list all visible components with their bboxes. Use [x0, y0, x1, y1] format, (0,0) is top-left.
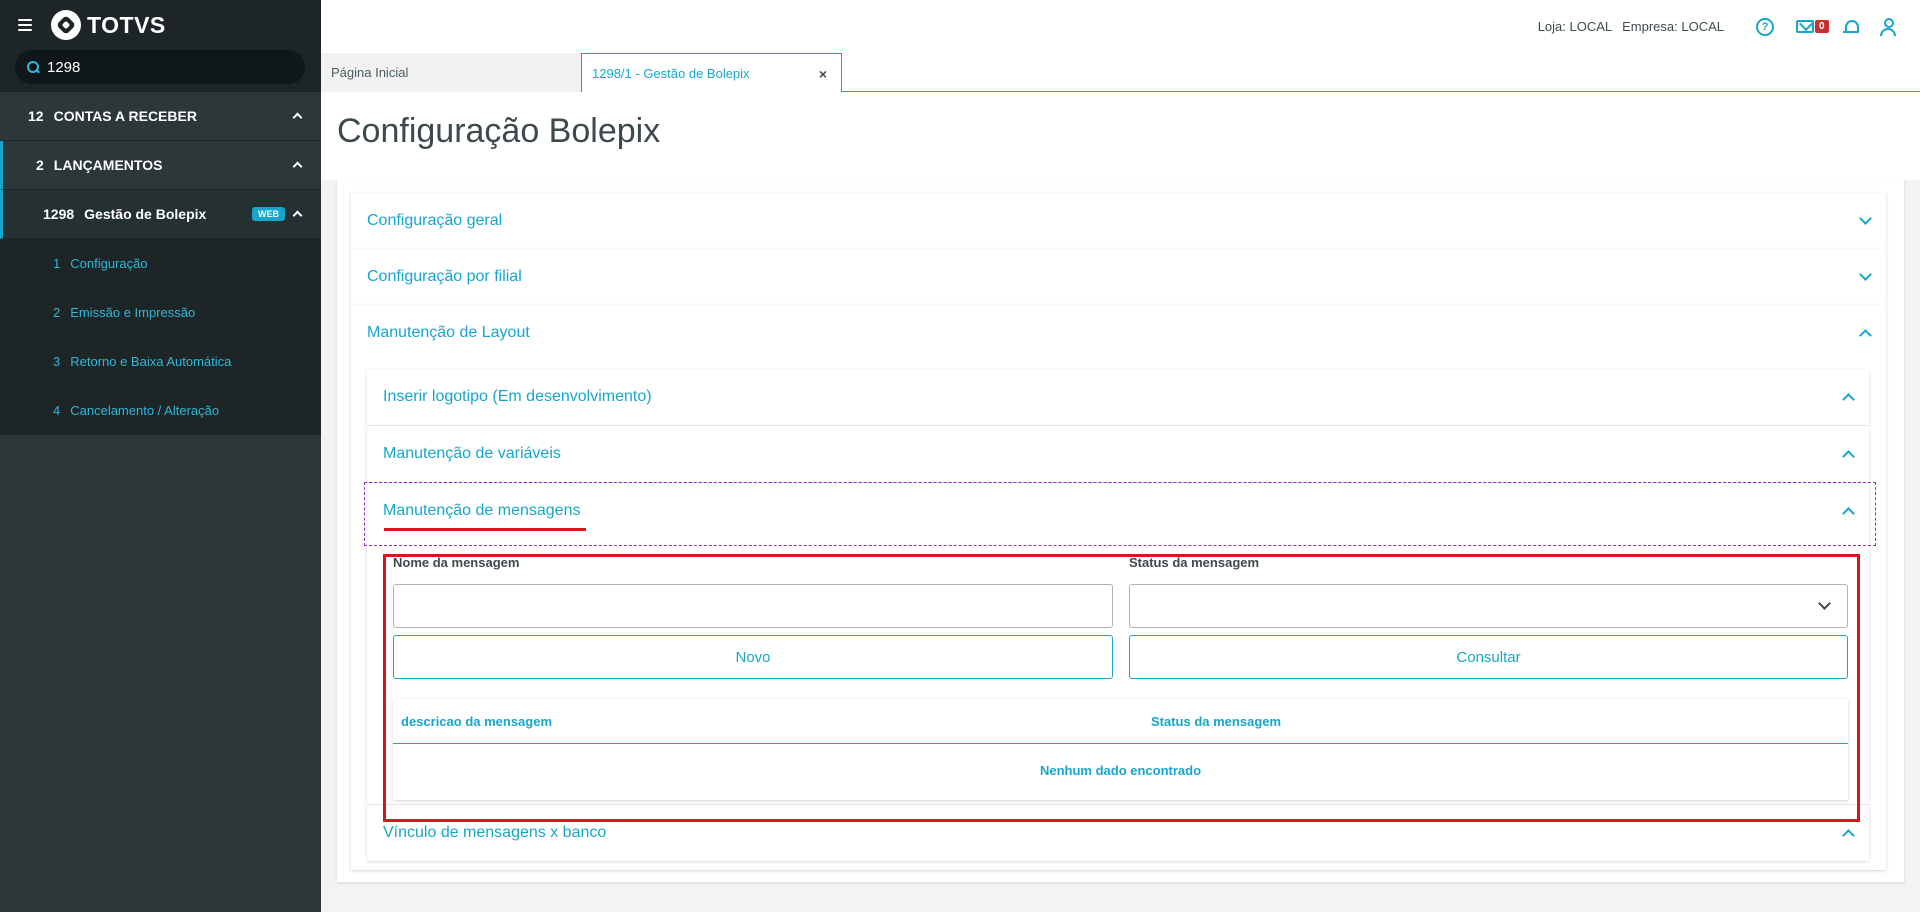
sidebar: TOTVS 1298 12 CONTAS A RECEBER 2 LANÇAME…	[0, 0, 321, 912]
chevron-down-icon	[1818, 597, 1831, 610]
search-value: 1298	[47, 58, 81, 76]
nome-mensagem-label: Nome da mensagem	[393, 555, 520, 570]
column-header-status[interactable]: Status da mensagem	[1151, 714, 1281, 729]
chevron-up-icon	[1842, 450, 1855, 463]
page-title: Configuração Bolepix	[337, 112, 661, 150]
accordion-title: Inserir logotipo (Em desenvolvimento)	[383, 388, 652, 405]
menu-number: 1	[53, 255, 61, 271]
chevron-up-icon	[1842, 829, 1855, 842]
accordion-title: Manutenção de variáveis	[383, 445, 561, 462]
sidebar-item-label: LANÇAMENTOS	[53, 157, 163, 173]
chevron-up-icon	[292, 161, 303, 172]
accordion-header[interactable]: Manutenção de mensagens	[367, 483, 1869, 539]
messages-table: descricao da mensagem Status da mensagem…	[393, 699, 1848, 800]
chevron-up-icon	[1842, 507, 1855, 520]
chevron-up-icon	[292, 112, 303, 123]
sidebar-item-label: Configuração	[70, 255, 148, 271]
status-mensagem-select[interactable]	[1129, 584, 1848, 628]
chevron-up-icon	[1859, 329, 1872, 342]
mail-count-badge: 0	[1815, 20, 1829, 33]
consultar-button[interactable]: Consultar	[1129, 635, 1848, 679]
close-icon[interactable]: ×	[819, 66, 827, 82]
menu-number: 2	[36, 157, 44, 173]
accordion-manutencao-variaveis: Manutenção de variáveis	[367, 426, 1869, 482]
tab-gestao-bolepix[interactable]: 1298/1 - Gestão de Bolepix ×	[581, 53, 842, 93]
table-header: descricao da mensagem Status da mensagem	[393, 699, 1848, 744]
accordion-inserir-logotipo: Inserir logotipo (Em desenvolvimento)	[367, 369, 1869, 425]
sidebar-item-emissao-impressao[interactable]: 2 Emissão e Impressão	[0, 288, 321, 337]
sidebar-item-label: CONTAS A RECEBER	[53, 108, 197, 124]
accordion-header[interactable]: Inserir logotipo (Em desenvolvimento)	[367, 369, 1869, 425]
accordion-header[interactable]: Configuração geral	[351, 193, 1886, 249]
status-mensagem-label: Status da mensagem	[1129, 555, 1260, 570]
sidebar-item-gestao-bolepix[interactable]: 1298 Gestão de Bolepix WEB	[0, 190, 321, 239]
search-icon	[27, 61, 39, 73]
sidebar-item-lancamentos[interactable]: 2 LANÇAMENTOS	[0, 141, 321, 190]
totvs-logo-icon	[51, 10, 81, 40]
menu-number: 12	[28, 108, 44, 124]
accordion-title: Vínculo de mensagens x banco	[383, 824, 607, 841]
nome-mensagem-input[interactable]	[393, 584, 1113, 628]
accordion-configuracao-filial: Configuração por filial	[351, 249, 1886, 305]
empresa-info: Empresa: LOCAL	[1622, 19, 1724, 34]
accordion-vinculo-mensagens-banco: Vínculo de mensagens x banco	[367, 805, 1869, 861]
chevron-down-icon	[1859, 268, 1872, 281]
tab-label: 1298/1 - Gestão de Bolepix	[592, 65, 750, 81]
user-icon[interactable]	[1880, 17, 1896, 36]
logo: TOTVS	[51, 10, 166, 40]
accordion-header[interactable]: Configuração por filial	[351, 249, 1886, 305]
menu-number: 4	[53, 402, 61, 418]
logo-text: TOTVS	[87, 11, 166, 38]
tab-bar: Página Inicial 1298/1 - Gestão de Bolepi…	[321, 53, 1920, 93]
accordion-title: Manutenção de mensagens	[383, 502, 581, 519]
tab-label: Página Inicial	[331, 65, 409, 80]
menu-number: 1298	[43, 206, 75, 222]
sidebar-item-label: Cancelamento / Alteração	[70, 402, 220, 418]
web-badge: WEB	[252, 207, 285, 221]
accordion-configuracao-geral: Configuração geral	[351, 193, 1886, 249]
empty-state-message: Nenhum dado encontrado	[1039, 763, 1202, 778]
sidebar-item-label: Retorno e Baixa Automática	[70, 353, 232, 369]
sidebar-item-label: Gestão de Bolepix	[84, 206, 207, 222]
chevron-down-icon	[1859, 212, 1872, 225]
accordion-header[interactable]: Vínculo de mensagens x banco	[367, 805, 1869, 861]
chevron-up-icon	[292, 210, 303, 221]
sidebar-header: TOTVS	[0, 0, 321, 50]
column-header-descricao[interactable]: descricao da mensagem	[401, 714, 552, 729]
mail-icon[interactable]: 0	[1796, 20, 1829, 33]
accordion-title: Manutenção de Layout	[367, 324, 530, 341]
menu-number: 3	[53, 353, 61, 369]
accordion-header[interactable]: Manutenção de Layout	[351, 305, 1886, 361]
sidebar-search: 1298	[0, 50, 321, 92]
help-icon[interactable]: ?	[1756, 17, 1774, 36]
sidebar-item-configuracao[interactable]: 1 Configuração	[0, 239, 321, 288]
chevron-up-icon	[1842, 393, 1855, 406]
topbar: Loja: LOCAL Empresa: LOCAL ? 0	[321, 0, 1920, 53]
accordion-header[interactable]: Manutenção de variáveis	[367, 426, 1869, 482]
tab-home[interactable]: Página Inicial	[321, 53, 581, 92]
accordion-title: Configuração por filial	[367, 268, 522, 285]
bell-icon[interactable]	[1843, 19, 1859, 35]
sidebar-item-cancelamento[interactable]: 4 Cancelamento / Alteração	[0, 386, 321, 435]
loja-info: Loja: LOCAL	[1537, 19, 1613, 34]
novo-button[interactable]: Novo	[393, 635, 1113, 679]
hamburger-menu-icon[interactable]	[18, 19, 32, 31]
search-input[interactable]: 1298	[15, 50, 305, 84]
sidebar-item-retorno-baixa[interactable]: 3 Retorno e Baixa Automática	[0, 337, 321, 386]
sidebar-item-contas-a-receber[interactable]: 12 CONTAS A RECEBER	[0, 92, 321, 141]
sidebar-item-label: Emissão e Impressão	[70, 304, 196, 320]
accordion-title: Configuração geral	[367, 212, 503, 229]
menu-number: 2	[53, 304, 61, 320]
